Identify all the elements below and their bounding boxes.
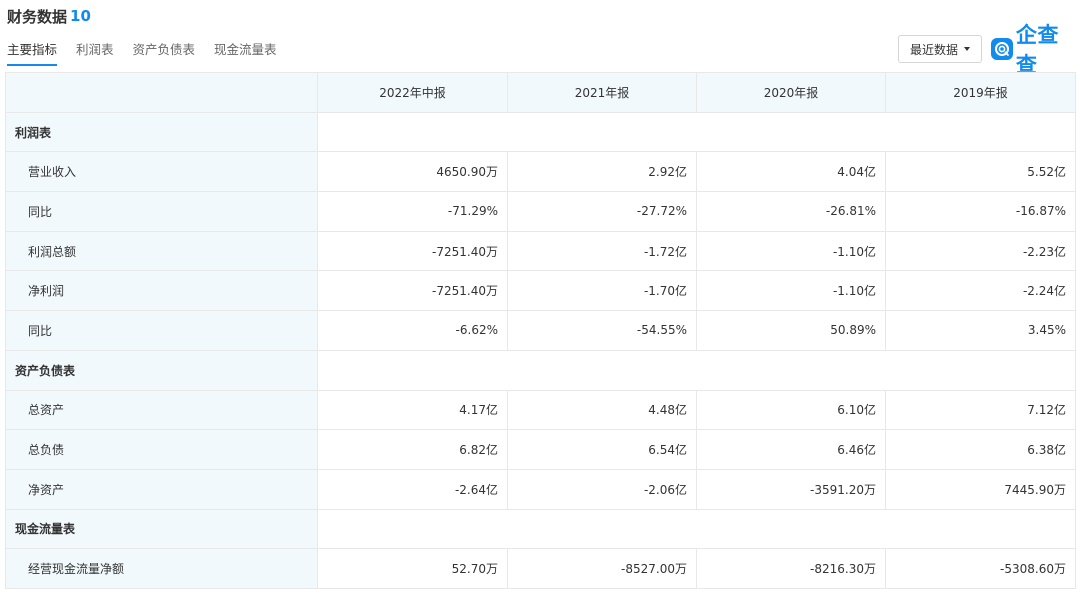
value-cell: 4.48亿 bbox=[507, 389, 697, 431]
value-cell: 52.70万 bbox=[317, 548, 508, 589]
row-label: 营业收入 bbox=[5, 151, 318, 193]
table-row: 净资产 -2.64亿 -2.06亿 -3591.20万 7445.90万 bbox=[5, 468, 1076, 510]
section-blank-cell bbox=[317, 349, 1076, 391]
value-cell: -2.23亿 bbox=[885, 230, 1076, 272]
financial-data-table: 2022年中报 2021年报 2020年报 2019年报 利润表 营业收入 4650… bbox=[5, 72, 1076, 589]
value-cell: 7445.90万 bbox=[885, 468, 1076, 510]
value-cell: 6.10亿 bbox=[696, 389, 886, 431]
tab-income-statement[interactable]: 利润表 bbox=[76, 36, 114, 64]
value-cell: -54.55% bbox=[507, 310, 697, 351]
tab-main-indicators[interactable]: 主要指标 bbox=[7, 36, 58, 66]
table-body: 利润表 营业收入 4650.90万 2.92亿 4.04亿 5.52亿 同比 -71.29% -… bbox=[5, 111, 1076, 589]
value-cell: -16.87% bbox=[885, 191, 1076, 232]
row-label: 总资产 bbox=[5, 389, 318, 431]
row-label: 同比 bbox=[5, 191, 318, 232]
row-label: 经营现金流量净额 bbox=[5, 548, 318, 589]
value-cell: 2.92亿 bbox=[507, 151, 697, 193]
value-cell: 5.52亿 bbox=[885, 151, 1076, 193]
value-cell: -3591.20万 bbox=[696, 468, 886, 510]
value-cell: -2.24亿 bbox=[885, 270, 1076, 312]
value-cell: -8527.00万 bbox=[507, 548, 697, 589]
tab-bar: 主要指标 利润表 资产负债表 现金流量表 bbox=[7, 36, 296, 66]
section-header: 财务数据 10 bbox=[7, 4, 91, 28]
section-title: 现金流量表 bbox=[5, 508, 318, 550]
value-cell: -1.72亿 bbox=[507, 230, 697, 272]
row-label: 净资产 bbox=[5, 468, 318, 510]
table-row: 同比 -71.29% -27.72% -26.81% -16.87% bbox=[5, 191, 1076, 232]
row-label: 净利润 bbox=[5, 270, 318, 312]
column-header: 2022年中报 bbox=[317, 72, 508, 113]
row-label: 同比 bbox=[5, 310, 318, 351]
value-cell: -1.10亿 bbox=[696, 270, 886, 312]
value-cell: -2.06亿 bbox=[507, 468, 697, 510]
value-cell: -6.62% bbox=[317, 310, 508, 351]
section-row: 现金流量表 bbox=[5, 508, 1076, 550]
section-blank-cell bbox=[317, 111, 1076, 153]
value-cell: 7.12亿 bbox=[885, 389, 1076, 431]
section-title: 资产负债表 bbox=[5, 349, 318, 391]
period-dropdown[interactable]: 最近数据 bbox=[898, 35, 982, 63]
value-cell: -1.70亿 bbox=[507, 270, 697, 312]
section-title: 财务数据 bbox=[7, 7, 68, 26]
value-cell: -2.64亿 bbox=[317, 468, 508, 510]
section-row: 资产负债表 bbox=[5, 349, 1076, 391]
value-cell: -26.81% bbox=[696, 191, 886, 232]
brand-logo: 企查查 bbox=[991, 23, 1080, 77]
caret-down-icon bbox=[964, 47, 970, 51]
table-row: 经营现金流量净额 52.70万 -8527.00万 -8216.30万 -5308.60… bbox=[5, 548, 1076, 589]
column-header: 2019年报 bbox=[885, 72, 1076, 113]
row-label: 总负债 bbox=[5, 429, 318, 470]
tab-cash-flow[interactable]: 现金流量表 bbox=[214, 36, 277, 64]
value-cell: 4650.90万 bbox=[317, 151, 508, 193]
column-header: 2021年报 bbox=[507, 72, 697, 113]
row-label: 利润总额 bbox=[5, 230, 318, 272]
table-row: 净利润 -7251.40万 -1.70亿 -1.10亿 -2.24亿 bbox=[5, 270, 1076, 312]
table-row: 总资产 4.17亿 4.48亿 6.10亿 7.12亿 bbox=[5, 389, 1076, 431]
section-title: 利润表 bbox=[5, 111, 318, 153]
value-cell: -5308.60万 bbox=[885, 548, 1076, 589]
value-cell: 6.38亿 bbox=[885, 429, 1076, 470]
value-cell: -71.29% bbox=[317, 191, 508, 232]
table-row: 营业收入 4650.90万 2.92亿 4.04亿 5.52亿 bbox=[5, 151, 1076, 193]
period-dropdown-label: 最近数据 bbox=[909, 42, 958, 57]
tab-balance-sheet[interactable]: 资产负债表 bbox=[133, 36, 196, 64]
section-blank-cell bbox=[317, 508, 1076, 550]
value-cell: -8216.30万 bbox=[696, 548, 886, 589]
value-cell: -7251.40万 bbox=[317, 270, 508, 312]
value-cell: 3.45% bbox=[885, 310, 1076, 351]
table-row: 同比 -6.62% -54.55% 50.89% 3.45% bbox=[5, 310, 1076, 351]
value-cell: -1.10亿 bbox=[696, 230, 886, 272]
column-header: 2020年报 bbox=[696, 72, 886, 113]
table-header-row: 2022年中报 2021年报 2020年报 2019年报 bbox=[5, 72, 1076, 113]
brand-logo-text: 企查查 bbox=[1015, 23, 1059, 77]
record-count: 10 bbox=[70, 7, 91, 25]
value-cell: 6.46亿 bbox=[696, 429, 886, 470]
value-cell: 4.17亿 bbox=[317, 389, 508, 431]
value-cell: 4.04亿 bbox=[696, 151, 886, 193]
value-cell: -7251.40万 bbox=[317, 230, 508, 272]
value-cell: -27.72% bbox=[507, 191, 697, 232]
table-row: 利润总额 -7251.40万 -1.72亿 -1.10亿 -2.23亿 bbox=[5, 230, 1076, 272]
qcc-logo-icon bbox=[991, 38, 1013, 60]
value-cell: 6.54亿 bbox=[507, 429, 697, 470]
value-cell: 6.82亿 bbox=[317, 429, 508, 470]
table-corner-cell bbox=[5, 72, 318, 113]
table-row: 总负债 6.82亿 6.54亿 6.46亿 6.38亿 bbox=[5, 429, 1076, 470]
value-cell: 50.89% bbox=[696, 310, 886, 351]
section-row: 利润表 bbox=[5, 111, 1076, 153]
